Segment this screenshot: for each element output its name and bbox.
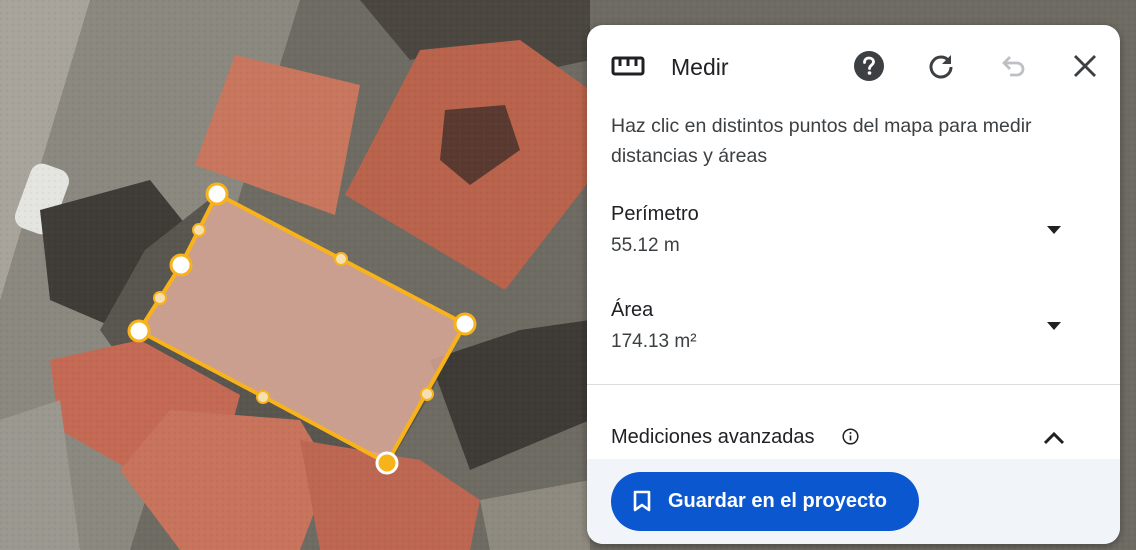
measurement-vertex-handle[interactable] [127,319,151,343]
area-value: 174.13 m² [611,331,697,352]
advanced-measurements-toggle[interactable]: Mediciones avanzadas [587,423,1120,457]
dropdown-arrow-icon [1047,322,1061,330]
measurement-vertex-handle[interactable] [169,253,193,277]
panel-footer: Guardar en el proyecto [587,459,1120,544]
refresh-icon [929,55,953,79]
measurement-vertex-handle-active[interactable] [375,451,399,475]
panel-title: Medir [671,54,729,80]
advanced-measurements-label: Mediciones avanzadas [611,426,815,448]
measure-panel: Medir Haz clic en distintos puntos del m… [587,25,1120,544]
help-button[interactable] [852,49,886,83]
close-icon [1074,55,1096,77]
dropdown-arrow-icon [1047,226,1061,234]
perimeter-value: 55.12 m [611,235,680,256]
panel-description: Haz clic en distintos puntos del mapa pa… [611,115,1032,167]
help-icon [854,51,884,81]
undo-button[interactable] [996,49,1030,83]
info-icon[interactable] [842,428,859,445]
measurement-vertex-handle[interactable] [453,312,477,336]
measurement-vertex-handle[interactable] [205,182,229,206]
measurement-midpoint-handle[interactable] [334,252,348,266]
reset-button[interactable] [924,49,958,83]
panel-header: Medir [587,25,1120,109]
perimeter-label: Perímetro [611,203,699,225]
chevron-up-icon [1043,431,1065,445]
area-row[interactable]: Área 174.13 m² [587,299,1120,369]
save-to-project-label: Guardar en el proyecto [668,490,887,512]
bookmark-icon [633,490,651,512]
save-to-project-button[interactable]: Guardar en el proyecto [611,472,919,531]
ruler-icon [611,56,645,76]
area-label: Área [611,299,654,321]
measurement-midpoint-handle[interactable] [192,223,206,237]
perimeter-row[interactable]: Perímetro 55.12 m [587,203,1120,273]
measurement-midpoint-handle[interactable] [256,390,270,404]
close-button[interactable] [1068,49,1102,83]
undo-icon [1002,56,1025,77]
measurement-midpoint-handle[interactable] [420,387,434,401]
measurement-midpoint-handle[interactable] [153,291,167,305]
section-divider [587,384,1120,385]
